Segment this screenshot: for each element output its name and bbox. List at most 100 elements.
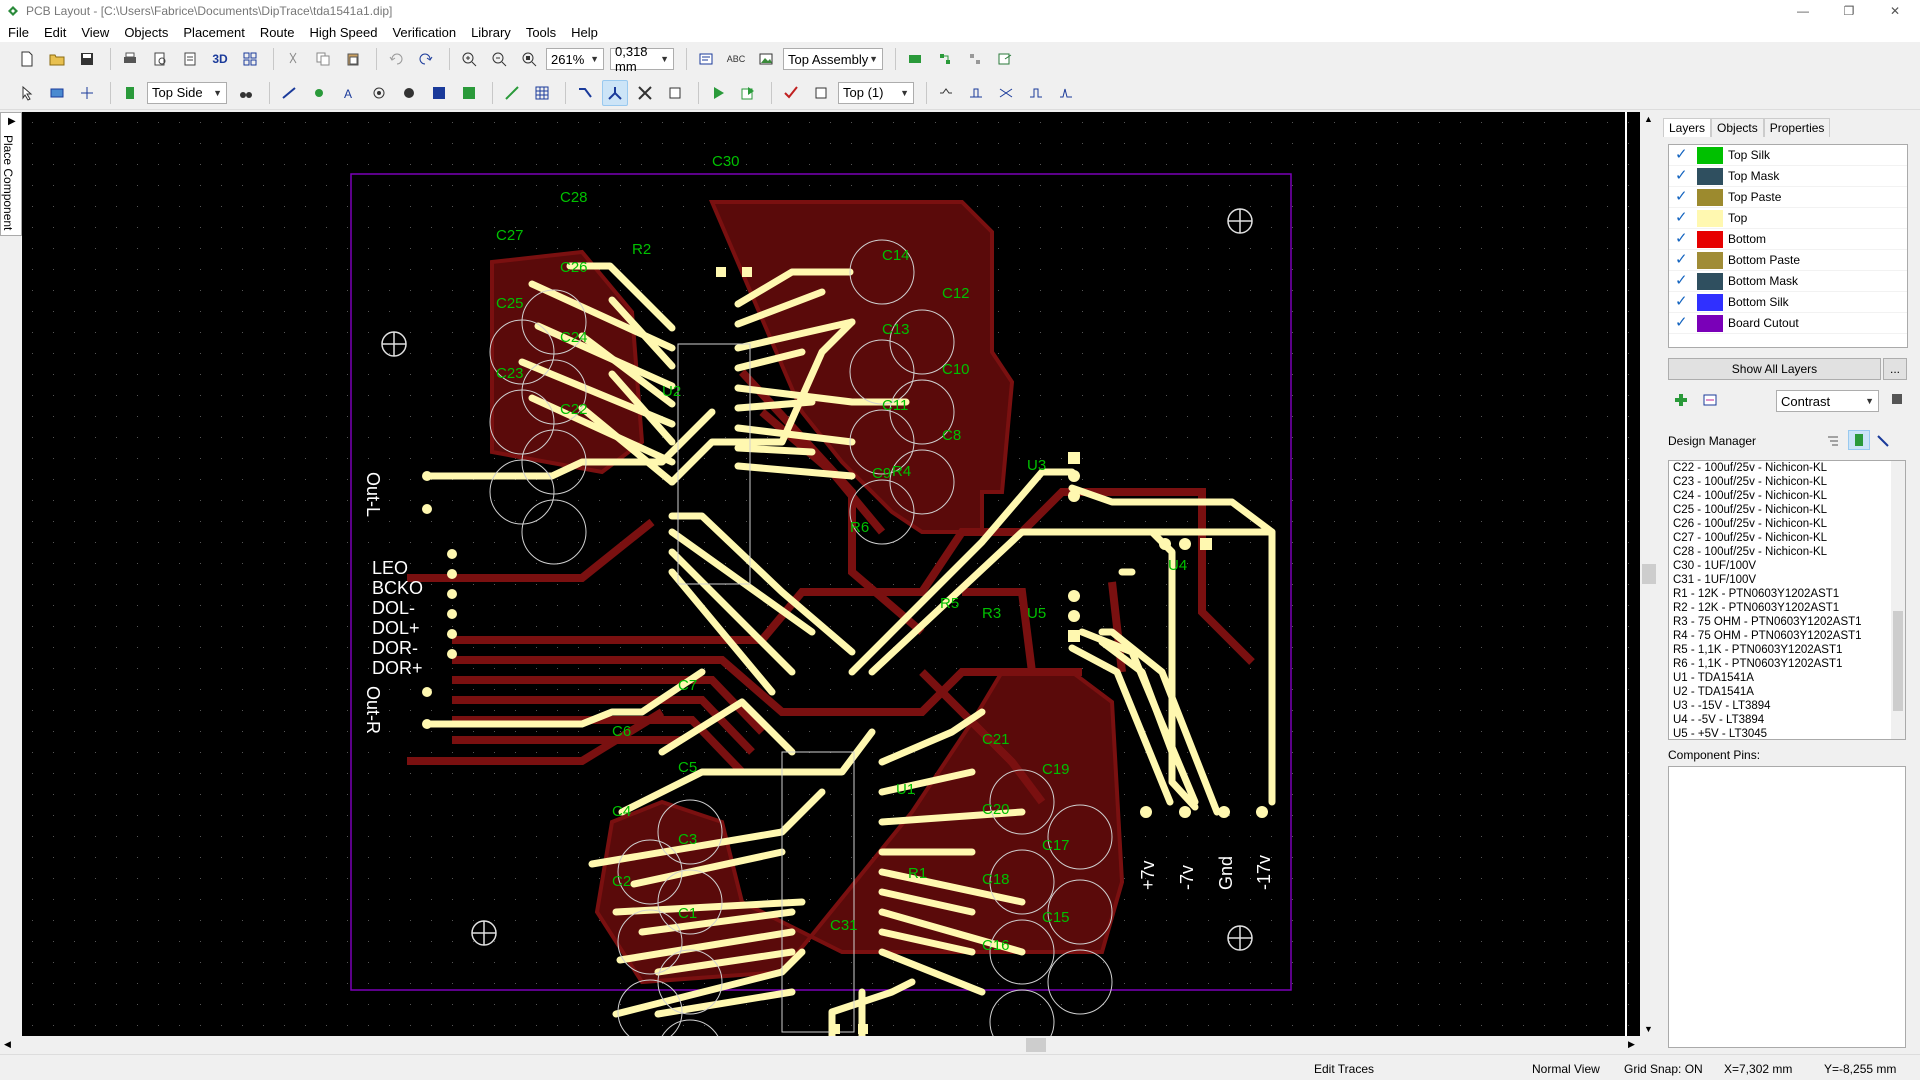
tab-properties[interactable]: Properties [1763, 118, 1831, 137]
menu-library[interactable]: Library [471, 25, 511, 40]
close-button[interactable]: ✕ [1872, 0, 1918, 22]
smooth-trace-icon[interactable] [933, 80, 959, 106]
contrast-select[interactable]: Contrast ▼ [1776, 390, 1879, 412]
layer-row[interactable]: ✓ Bottom Silk [1669, 292, 1907, 313]
checkbox-checked-icon[interactable]: ✓ [1675, 273, 1693, 289]
print-preview-icon[interactable] [147, 46, 173, 72]
paste-icon[interactable] [340, 46, 366, 72]
image-icon[interactable] [753, 46, 779, 72]
pcb-canvas[interactable]: C30 C28 C27 C26 C25 C24 C23 C22 R2 U2 C1… [22, 112, 1640, 1080]
zoom-in-icon[interactable] [456, 46, 482, 72]
component-icon[interactable] [662, 80, 688, 106]
pulse-icon[interactable] [1053, 80, 1079, 106]
minimize-button[interactable]: — [1780, 0, 1826, 22]
checkbox-checked-icon[interactable]: ✓ [1675, 231, 1693, 247]
add-layer-icon[interactable] [1674, 392, 1690, 411]
scroll-up-icon[interactable]: ▲ [1644, 114, 1653, 124]
dimension-icon[interactable] [499, 80, 525, 106]
menu-tools[interactable]: Tools [526, 25, 556, 40]
menu-help[interactable]: Help [571, 25, 598, 40]
menu-objects[interactable]: Objects [124, 25, 168, 40]
compare-icon[interactable] [962, 46, 988, 72]
scroll-down-icon[interactable]: ▼ [1644, 1024, 1653, 1034]
menu-edit[interactable]: Edit [44, 25, 66, 40]
table-icon[interactable] [529, 80, 555, 106]
list-item[interactable]: R4 - 75 OHM - PTN0603Y1202AST1 [1669, 629, 1905, 643]
pointer-icon[interactable] [14, 80, 40, 106]
tab-layers[interactable]: Layers [1663, 118, 1712, 137]
cut-icon[interactable] [280, 46, 306, 72]
list-item[interactable]: C26 - 100uf/25v - Nichicon-KL [1669, 517, 1905, 531]
via-tool-icon[interactable] [366, 80, 392, 106]
meander-icon[interactable] [1023, 80, 1049, 106]
scroll-thumb[interactable] [1026, 1038, 1046, 1052]
nets-view-icon[interactable] [1876, 434, 1890, 451]
layer-row[interactable]: ✓ Bottom [1669, 229, 1907, 250]
menu-placement[interactable]: Placement [183, 25, 244, 40]
assembly-select[interactable]: Top Assembly ▼ [783, 48, 883, 70]
net-check-icon[interactable] [808, 80, 834, 106]
properties-icon[interactable] [693, 46, 719, 72]
status-grid-snap[interactable]: Grid Snap: ON [1624, 1062, 1703, 1076]
edit-traces-icon[interactable] [602, 79, 628, 106]
list-item[interactable]: C27 - 100uf/25v - Nichicon-KL [1669, 531, 1905, 545]
layer-row[interactable]: ✓ Bottom Paste [1669, 250, 1907, 271]
run-autorouter-icon[interactable] [705, 80, 731, 106]
more-button[interactable]: ... [1883, 358, 1907, 380]
update-pour-icon[interactable] [456, 80, 482, 106]
redo-icon[interactable] [413, 46, 439, 72]
list-item[interactable]: C31 - 1UF/100V [1669, 573, 1905, 587]
list-item[interactable]: R5 - 1,1K - PTN0603Y1202AST1 [1669, 643, 1905, 657]
scroll-right-icon[interactable]: ▶ [1628, 1039, 1635, 1050]
list-scrollbar[interactable] [1891, 461, 1905, 739]
layer-row[interactable]: ✓ Top Silk [1669, 145, 1907, 166]
layer-row[interactable]: ✓ Bottom Mask [1669, 271, 1907, 292]
list-item[interactable]: C30 - 1UF/100V [1669, 559, 1905, 573]
drc-check-icon[interactable] [778, 80, 804, 106]
net-connectivity-icon[interactable] [932, 46, 958, 72]
diff-pair-icon[interactable] [993, 80, 1019, 106]
pin-panel-icon[interactable] [1890, 392, 1904, 409]
list-item[interactable]: U5 - +5V - LT3045 [1669, 727, 1905, 739]
split-trace-icon[interactable] [632, 80, 658, 106]
checkbox-checked-icon[interactable]: ✓ [1675, 210, 1693, 226]
menu-route[interactable]: Route [260, 25, 295, 40]
list-item[interactable]: C24 - 100uf/25v - Nichicon-KL [1669, 489, 1905, 503]
select-area-icon[interactable] [44, 80, 70, 106]
menu-file[interactable]: File [8, 25, 29, 40]
menu-view[interactable]: View [81, 25, 109, 40]
components-view-icon[interactable] [1848, 430, 1870, 450]
list-item[interactable]: C28 - 100uf/25v - Nichicon-KL [1669, 545, 1905, 559]
drc-icon[interactable] [902, 46, 928, 72]
scroll-thumb[interactable] [1893, 611, 1903, 711]
layer-settings-icon[interactable] [1702, 392, 1718, 411]
list-item[interactable]: U4 - -5V - LT3894 [1669, 713, 1905, 727]
component-list[interactable]: C22 - 100uf/25v - Nichicon-KL C23 - 100u… [1668, 460, 1906, 740]
trace-width-select[interactable]: 0,318 mm ▼ [610, 44, 674, 74]
checkbox-checked-icon[interactable]: ✓ [1675, 168, 1693, 184]
checkbox-checked-icon[interactable]: ✓ [1675, 294, 1693, 310]
route-selected-icon[interactable] [735, 80, 761, 106]
menu-verification[interactable]: Verification [392, 25, 456, 40]
layer-row[interactable]: ✓ Board Cutout [1669, 313, 1907, 334]
checkbox-checked-icon[interactable]: ✓ [1675, 252, 1693, 268]
line-tool-icon[interactable] [276, 80, 302, 106]
hole-tool-icon[interactable] [396, 80, 422, 106]
print-icon[interactable] [117, 46, 143, 72]
route-manual-icon[interactable] [572, 80, 598, 106]
sort-icon[interactable] [1826, 434, 1840, 451]
horizontal-scrollbar[interactable]: ◀ ▶ [0, 1036, 1658, 1054]
menu-high-speed[interactable]: High Speed [310, 25, 378, 40]
report-icon[interactable] [177, 46, 203, 72]
copper-pour-icon[interactable] [426, 80, 452, 106]
show-all-layers-button[interactable]: Show All Layers [1668, 358, 1881, 380]
list-item[interactable]: R6 - 1,1K - PTN0603Y1202AST1 [1669, 657, 1905, 671]
list-item[interactable]: R2 - 12K - PTN0603Y1202AST1 [1669, 601, 1905, 615]
layer-row[interactable]: ✓ Top Paste [1669, 187, 1907, 208]
checkbox-checked-icon[interactable]: ✓ [1675, 315, 1693, 331]
layer-row[interactable]: ✓ Top Mask [1669, 166, 1907, 187]
component-pins-list[interactable] [1668, 766, 1906, 1048]
new-file-icon[interactable] [14, 46, 40, 72]
scroll-left-icon[interactable]: ◀ [4, 1039, 11, 1050]
open-folder-icon[interactable] [44, 46, 70, 72]
